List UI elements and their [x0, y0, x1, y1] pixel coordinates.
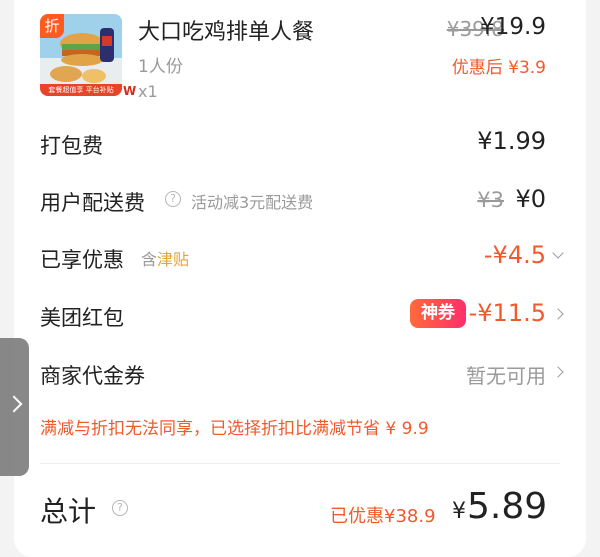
product-current-price: ¥19.9	[480, 14, 546, 40]
discount-label: 已享优惠	[40, 248, 124, 272]
delivery-original-fee: ¥3	[477, 188, 504, 212]
super-coupon-badge: 神券	[410, 299, 466, 328]
discount-note: 含津贴	[141, 246, 189, 270]
merchant-coupon-value[interactable]: 暂无可用	[466, 360, 546, 389]
total-amount: 5.89	[467, 486, 548, 527]
discount-note-prefix: 含	[141, 250, 158, 269]
product-name[interactable]: 大口吃鸡排单人餐	[138, 14, 314, 46]
total-currency: ¥	[452, 499, 466, 524]
divider	[40, 463, 560, 464]
merchant-coupon-label: 商家代金券	[40, 364, 145, 388]
red-packet-value[interactable]: -¥11.5	[469, 299, 546, 327]
discount-tag: 折	[40, 14, 64, 38]
jintie-link[interactable]: 津贴	[157, 250, 189, 269]
delivery-info-icon[interactable]: ?	[165, 191, 181, 207]
packaging-fee-label: 打包费	[40, 134, 103, 158]
product-image[interactable]: 折 套餐超值享 平台补贴	[40, 14, 122, 96]
red-packet-label: 美团红包	[40, 306, 124, 330]
discount-value[interactable]: -¥4.5	[484, 241, 546, 269]
packaging-fee-value: ¥1.99	[477, 127, 546, 155]
product-after-discount-price: 优惠后 ¥3.9	[451, 58, 546, 78]
image-brand-mark: W	[123, 84, 137, 98]
delivery-fee-label: 用户配送费	[40, 191, 145, 215]
delivery-fee-value: ¥0	[515, 185, 546, 213]
total-saved: 已优惠¥38.9	[330, 506, 436, 527]
discount-conflict-notice: 满减与折扣无法同享，已选择折扣比满减节省 ¥ 9.9	[40, 419, 429, 439]
delivery-fee-note: 活动减3元配送费	[191, 193, 314, 212]
image-banner-text: 套餐超值享 平台补贴	[40, 84, 122, 96]
total-label: 总计	[40, 495, 97, 528]
product-spec: 1人份	[138, 57, 183, 77]
total-info-icon[interactable]: ?	[112, 500, 128, 516]
product-quantity: x1	[138, 82, 158, 101]
